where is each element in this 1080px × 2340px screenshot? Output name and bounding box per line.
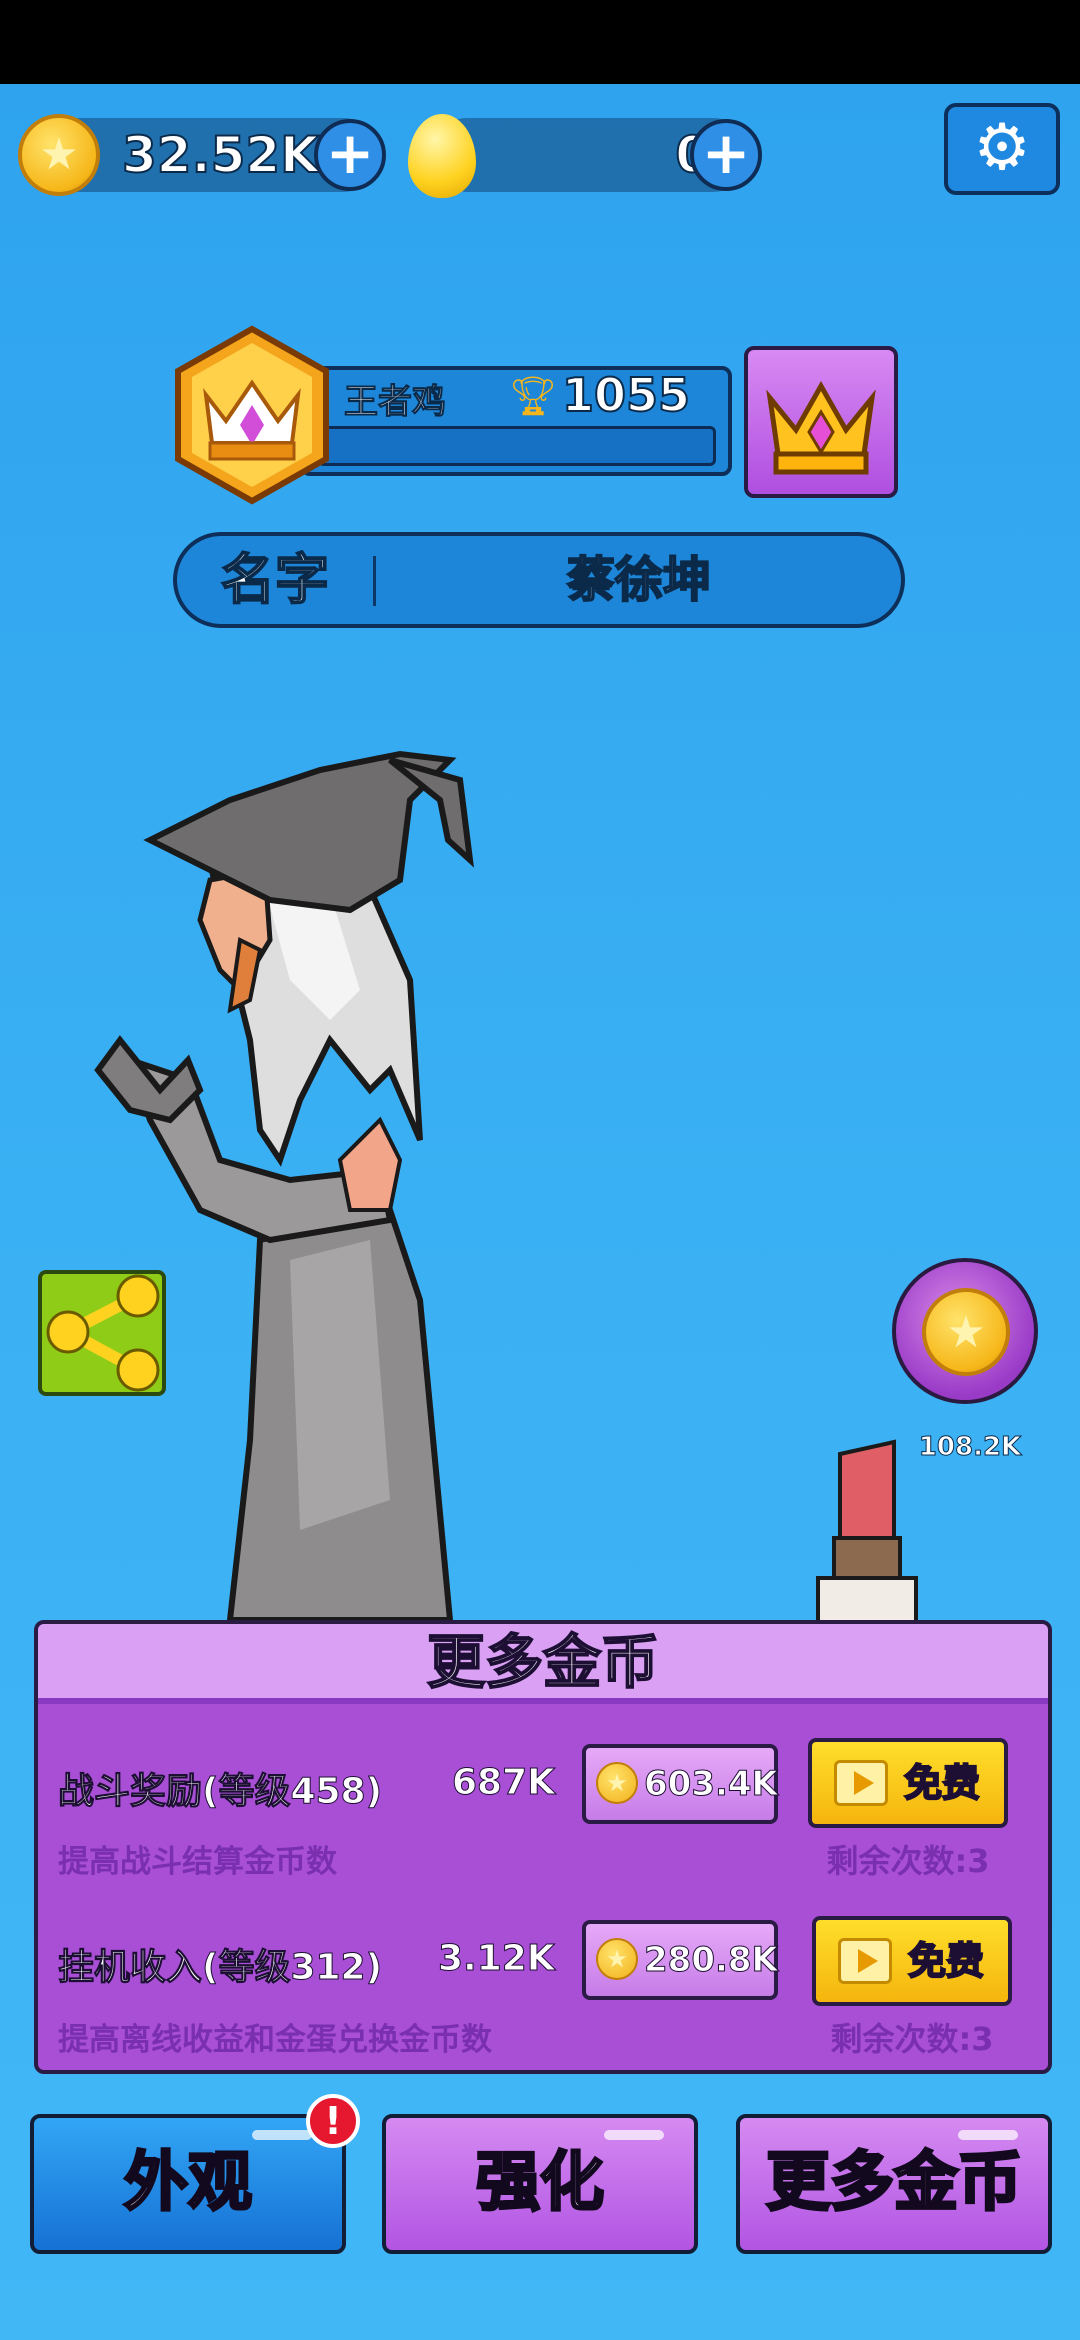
play-video-icon [834, 1760, 888, 1806]
trophy-icon: 🏆︎ [509, 374, 558, 418]
tab-more-coins-label: 更多金币 [765, 2145, 1024, 2222]
star-coin-icon: ★ [596, 1762, 638, 1804]
rank-crown-button[interactable] [744, 346, 898, 498]
battle-reward-remaining: 剩余次数:3 [826, 1842, 990, 1880]
rank-panel: 王者鸡 🏆︎ 1055 [300, 366, 732, 476]
idle-income-free-button[interactable]: 免费 [812, 1916, 1012, 2006]
name-divider [373, 556, 376, 606]
idle-income-description: 提高离线收益和金蛋兑换金币数 [58, 2022, 492, 2058]
more-coins-panel: 更多金币 战斗奖励(等级458) 687K ★ 603.4K 免费 提高战斗结算… [34, 1620, 1052, 2074]
battle-reward-description: 提高战斗结算金币数 [58, 1844, 337, 1880]
player-name-value: 蔡徐坤 [566, 551, 712, 609]
plus-icon: + [325, 119, 375, 187]
play-video-icon [838, 1938, 892, 1984]
star-coin-icon: ★ [596, 1938, 638, 1980]
tab-shine [252, 2130, 312, 2140]
plus-icon: + [701, 119, 751, 187]
gear-icon: ⚙ [973, 111, 1031, 185]
trophy-score: 1055 [561, 367, 691, 423]
add-eggs-button[interactable]: + [690, 119, 762, 191]
add-coins-button[interactable]: + [314, 119, 386, 191]
share-icon [46, 1274, 160, 1392]
collect-coins-button[interactable]: ★ [892, 1258, 1038, 1404]
settings-button[interactable]: ⚙ [944, 103, 1060, 195]
idle-income-remaining: 剩余次数:3 [830, 2020, 994, 2058]
rank-badge-icon [175, 325, 329, 505]
tab-shine [958, 2130, 1018, 2140]
tab-upgrade[interactable]: 强化 [382, 2114, 698, 2254]
battle-reward-cost: 603.4K [644, 1764, 779, 1805]
tab-appearance[interactable]: 外观 [30, 2114, 346, 2254]
tab-upgrade-label: 强化 [475, 2145, 606, 2222]
status-bar [0, 0, 1080, 84]
star-coin-icon: ★ [18, 114, 100, 196]
panel-title: 更多金币 [38, 1624, 1048, 1704]
tab-more-coins[interactable]: 更多金币 [736, 2114, 1052, 2254]
idle-income-title: 挂机收入(等级312) [57, 1947, 383, 1989]
crown-icon [766, 380, 876, 475]
collect-coins-value: 108.2K [918, 1432, 1022, 1463]
battle-reward-free-button[interactable]: 免费 [808, 1738, 1008, 1828]
wizard-character [94, 750, 474, 1620]
rank-progress-bar [318, 426, 716, 466]
name-label: 名字 [220, 547, 330, 612]
lipstick-prop [816, 1439, 918, 1624]
idle-income-upgrade-button[interactable]: ★ 280.8K [582, 1920, 778, 2000]
idle-income-cost: 280.8K [644, 1940, 779, 1981]
coin-balance-value: 32.52K [121, 125, 320, 185]
share-button[interactable] [38, 1270, 166, 1396]
free-label: 免费 [903, 1760, 981, 1806]
star-coin-icon: ★ [922, 1288, 1010, 1376]
battle-reward-title: 战斗奖励(等级458) [57, 1771, 383, 1813]
battle-reward-value: 687K [451, 1762, 556, 1804]
alert-badge-icon: ! [306, 2094, 360, 2148]
player-name-field[interactable]: 名字 蔡徐坤 [173, 532, 905, 628]
free-label: 免费 [907, 1938, 985, 1984]
tab-appearance-label: 外观 [123, 2145, 254, 2222]
battle-reward-upgrade-button[interactable]: ★ 603.4K [582, 1744, 778, 1824]
rank-title: 王者鸡 [344, 382, 447, 423]
tab-shine [604, 2130, 664, 2140]
idle-income-value: 3.12K [438, 1938, 556, 1980]
